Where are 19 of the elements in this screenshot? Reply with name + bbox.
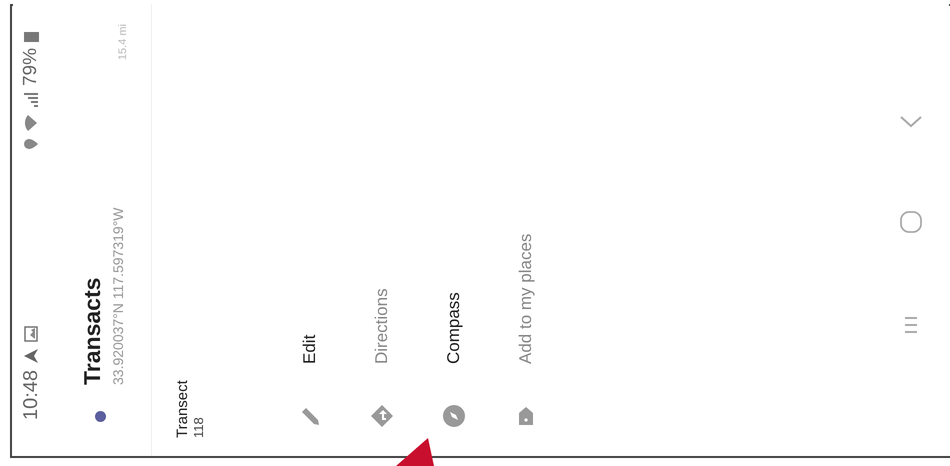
signal-icon: [24, 92, 38, 108]
directions-icon: [370, 404, 394, 428]
battery-level: 79%: [20, 48, 42, 86]
navigation-arrow-icon: [23, 348, 39, 364]
note-value: 118: [191, 416, 206, 438]
image-icon: [23, 326, 39, 342]
battery-icon: [23, 32, 39, 42]
recent-apps-icon[interactable]: [903, 315, 919, 336]
back-icon[interactable]: [899, 114, 923, 129]
place-title: Transacts: [79, 276, 106, 385]
menu-item[interactable]: Compass: [444, 292, 464, 364]
compass-icon: [442, 404, 466, 428]
menu-item[interactable]: Edit: [300, 334, 320, 364]
distance: 15.4 mi: [117, 24, 129, 60]
status-time: 10:48: [20, 370, 42, 420]
location-icon: [24, 138, 38, 150]
home-icon[interactable]: [899, 210, 923, 234]
note-label: Transect: [174, 379, 191, 438]
coordinates: 33.920037°N 117.597319°W: [110, 206, 126, 385]
